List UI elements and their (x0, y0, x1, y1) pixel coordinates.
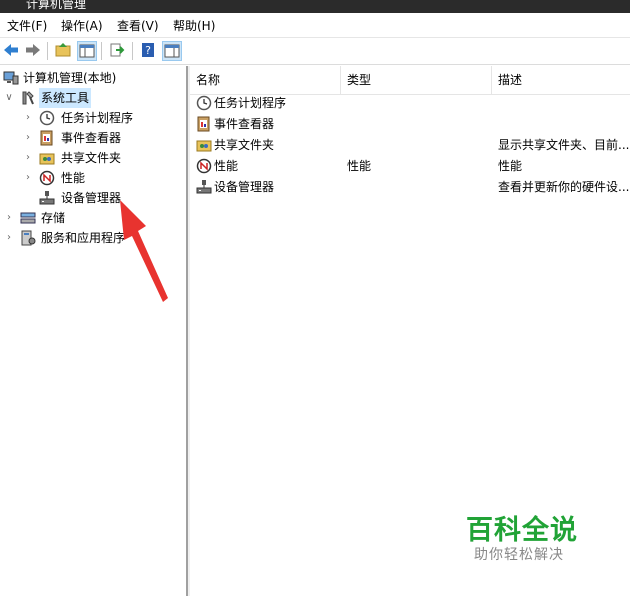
watermark-logo: 百科全说 助你轻松解决 (466, 508, 606, 568)
watermark-subtitle: 助你轻松解决 (474, 547, 564, 563)
annotation-arrow (120, 200, 168, 302)
watermark-title: 百科全说 (466, 515, 578, 546)
